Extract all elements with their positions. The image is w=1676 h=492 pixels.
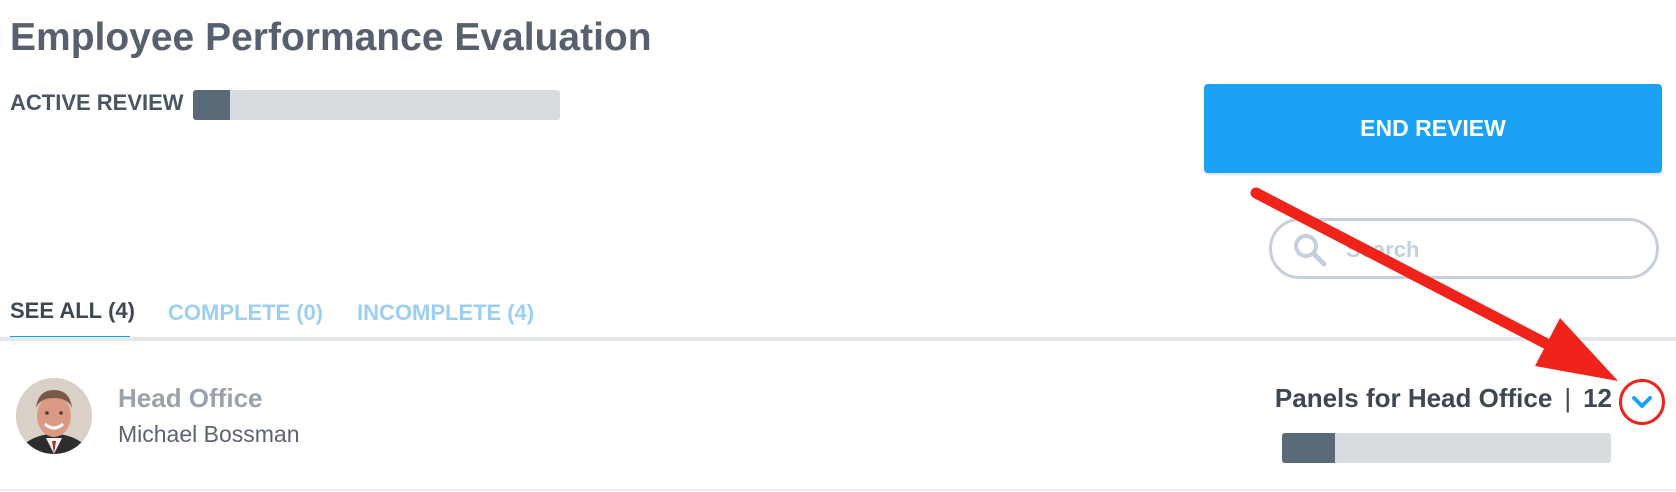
- panels-summary: Panels for Head Office | 12: [1275, 383, 1612, 414]
- row-divider: [0, 489, 1676, 491]
- end-review-button[interactable]: END REVIEW: [1204, 84, 1662, 173]
- list-item: Head Office Michael Bossman Panels for H…: [0, 341, 1676, 491]
- office-name[interactable]: Head Office: [118, 383, 263, 414]
- tab-complete[interactable]: COMPLETE (0): [168, 282, 323, 340]
- panels-separator: |: [1564, 383, 1572, 413]
- search-icon: [1294, 234, 1327, 267]
- expand-panels-button[interactable]: [1619, 379, 1665, 425]
- active-review-label: ACTIVE REVIEW: [10, 90, 184, 115]
- tab-complete-label: COMPLETE: [168, 300, 291, 325]
- panels-label: Panels for Head Office: [1274, 383, 1553, 413]
- avatar-image: [16, 378, 92, 454]
- panel-progress-fill: [1282, 433, 1335, 463]
- review-page: Employee Performance Evaluation ACTIVE R…: [0, 0, 1676, 492]
- chevron-down-icon: [1632, 396, 1652, 408]
- panels-count: 12: [1583, 383, 1612, 413]
- page-title: Employee Performance Evaluation: [10, 16, 652, 59]
- tab-incomplete-count: (4): [507, 300, 535, 325]
- avatar: [16, 378, 92, 454]
- panel-progress-bar: [1282, 433, 1611, 463]
- tab-see-all-count: (4): [108, 298, 135, 323]
- tab-incomplete-label: INCOMPLETE: [357, 300, 502, 325]
- tab-incomplete[interactable]: INCOMPLETE (4): [357, 282, 534, 340]
- active-review-progress-fill: [193, 90, 230, 120]
- tab-see-all[interactable]: SEE ALL (4): [10, 282, 135, 340]
- manager-name: Michael Bossman: [118, 421, 300, 447]
- filter-tabs: SEE ALL (4) COMPLETE (0) INCOMPLETE (4): [0, 282, 1676, 342]
- tab-see-all-label: SEE ALL: [10, 298, 103, 323]
- tab-complete-count: (0): [296, 300, 324, 325]
- search-input[interactable]: [1344, 233, 1638, 267]
- search-box[interactable]: [1269, 218, 1659, 279]
- active-review-progress-bar: [193, 90, 560, 120]
